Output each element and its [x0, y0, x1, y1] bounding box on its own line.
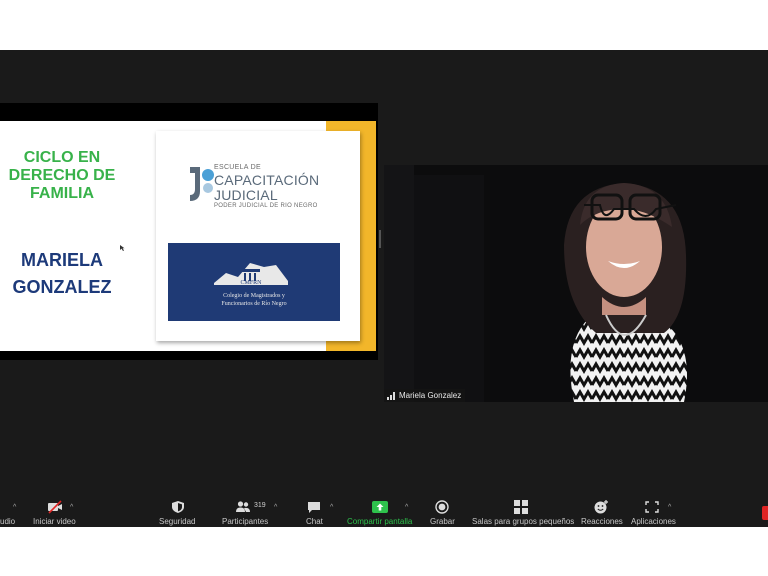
share-screen-label: Compartir pantalla — [347, 517, 413, 526]
participants-icon — [236, 501, 250, 512]
shield-icon — [172, 501, 184, 513]
colegio-name-line2: Funcionarios de Río Negro — [221, 301, 287, 307]
participant-video[interactable] — [384, 165, 768, 402]
reactions-icon — [594, 500, 608, 514]
slide-speaker-name: MARIELA GONZALEZ — [12, 250, 112, 297]
colegio-abbr: CMFRN — [240, 280, 262, 286]
top-margin — [0, 0, 768, 50]
apps-menu-caret[interactable]: ^ — [668, 504, 671, 511]
slide-title: CICLO EN DERECHO DE FAMILIA — [8, 149, 116, 202]
breakout-rooms-label: Salas para grupos pequeños — [472, 517, 575, 526]
escuela-logo-icon — [190, 167, 214, 201]
apps-icon — [645, 501, 659, 513]
audio-label: udio — [0, 517, 16, 526]
leave-button[interactable] — [762, 506, 768, 520]
reactions-label: Reacciones — [581, 517, 623, 526]
video-off-icon — [48, 500, 62, 514]
building-emblem-icon: CMFRN — [214, 263, 288, 286]
meeting-toolbar: ^ udio ^ Iniciar video Seguridad 319 ^ P… — [0, 495, 768, 527]
breakout-rooms-icon — [514, 500, 528, 514]
shared-screen: CICLO EN DERECHO DE FAMILIA MARIELA GONZ… — [0, 103, 378, 360]
share-screen-icon — [372, 501, 388, 513]
participant-name-tag: Mariela Gonzalez — [384, 389, 466, 402]
chat-label: Chat — [306, 517, 323, 526]
chat-menu-caret[interactable]: ^ — [330, 504, 333, 511]
apps-label: Aplicaciones — [631, 517, 676, 526]
video-menu-caret[interactable]: ^ — [70, 504, 73, 511]
participant-name: Mariela Gonzalez — [399, 391, 462, 400]
audio-menu-caret[interactable]: ^ — [13, 504, 16, 511]
split-view-handle[interactable] — [379, 230, 381, 248]
slide: CICLO EN DERECHO DE FAMILIA MARIELA GONZ… — [0, 121, 376, 351]
participants-count: 319 — [254, 502, 266, 509]
security-label: Seguridad — [159, 517, 196, 526]
participants-label: Participantes — [222, 517, 269, 526]
record-icon — [435, 500, 449, 514]
bottom-margin — [0, 527, 768, 576]
escuela-title-line1: CAPACITACIÓN — [214, 172, 320, 188]
escuela-subtitle: PODER JUDICIAL DE RIO NEGRO — [214, 203, 318, 209]
participant-video-frame — [384, 165, 768, 402]
escuela-title-line2: JUDICIAL — [214, 187, 278, 203]
colegio-name-line1: Colegio de Magistrados y — [223, 293, 285, 299]
logo-card: ESCUELA DE CAPACITACIÓN JUDICIAL PODER J… — [156, 131, 360, 341]
participants-menu-caret[interactable]: ^ — [274, 504, 277, 511]
mouse-cursor-icon — [120, 245, 125, 251]
chat-icon — [308, 502, 320, 513]
video-label: Iniciar video — [33, 517, 76, 526]
record-label: Grabar — [430, 517, 455, 526]
share-menu-caret[interactable]: ^ — [405, 504, 408, 511]
signal-icon — [387, 391, 395, 400]
escuela-small-label: ESCUELA DE — [214, 164, 261, 171]
colegio-logo: CMFRN Colegio de Magistrados y Funcionar… — [168, 243, 340, 321]
